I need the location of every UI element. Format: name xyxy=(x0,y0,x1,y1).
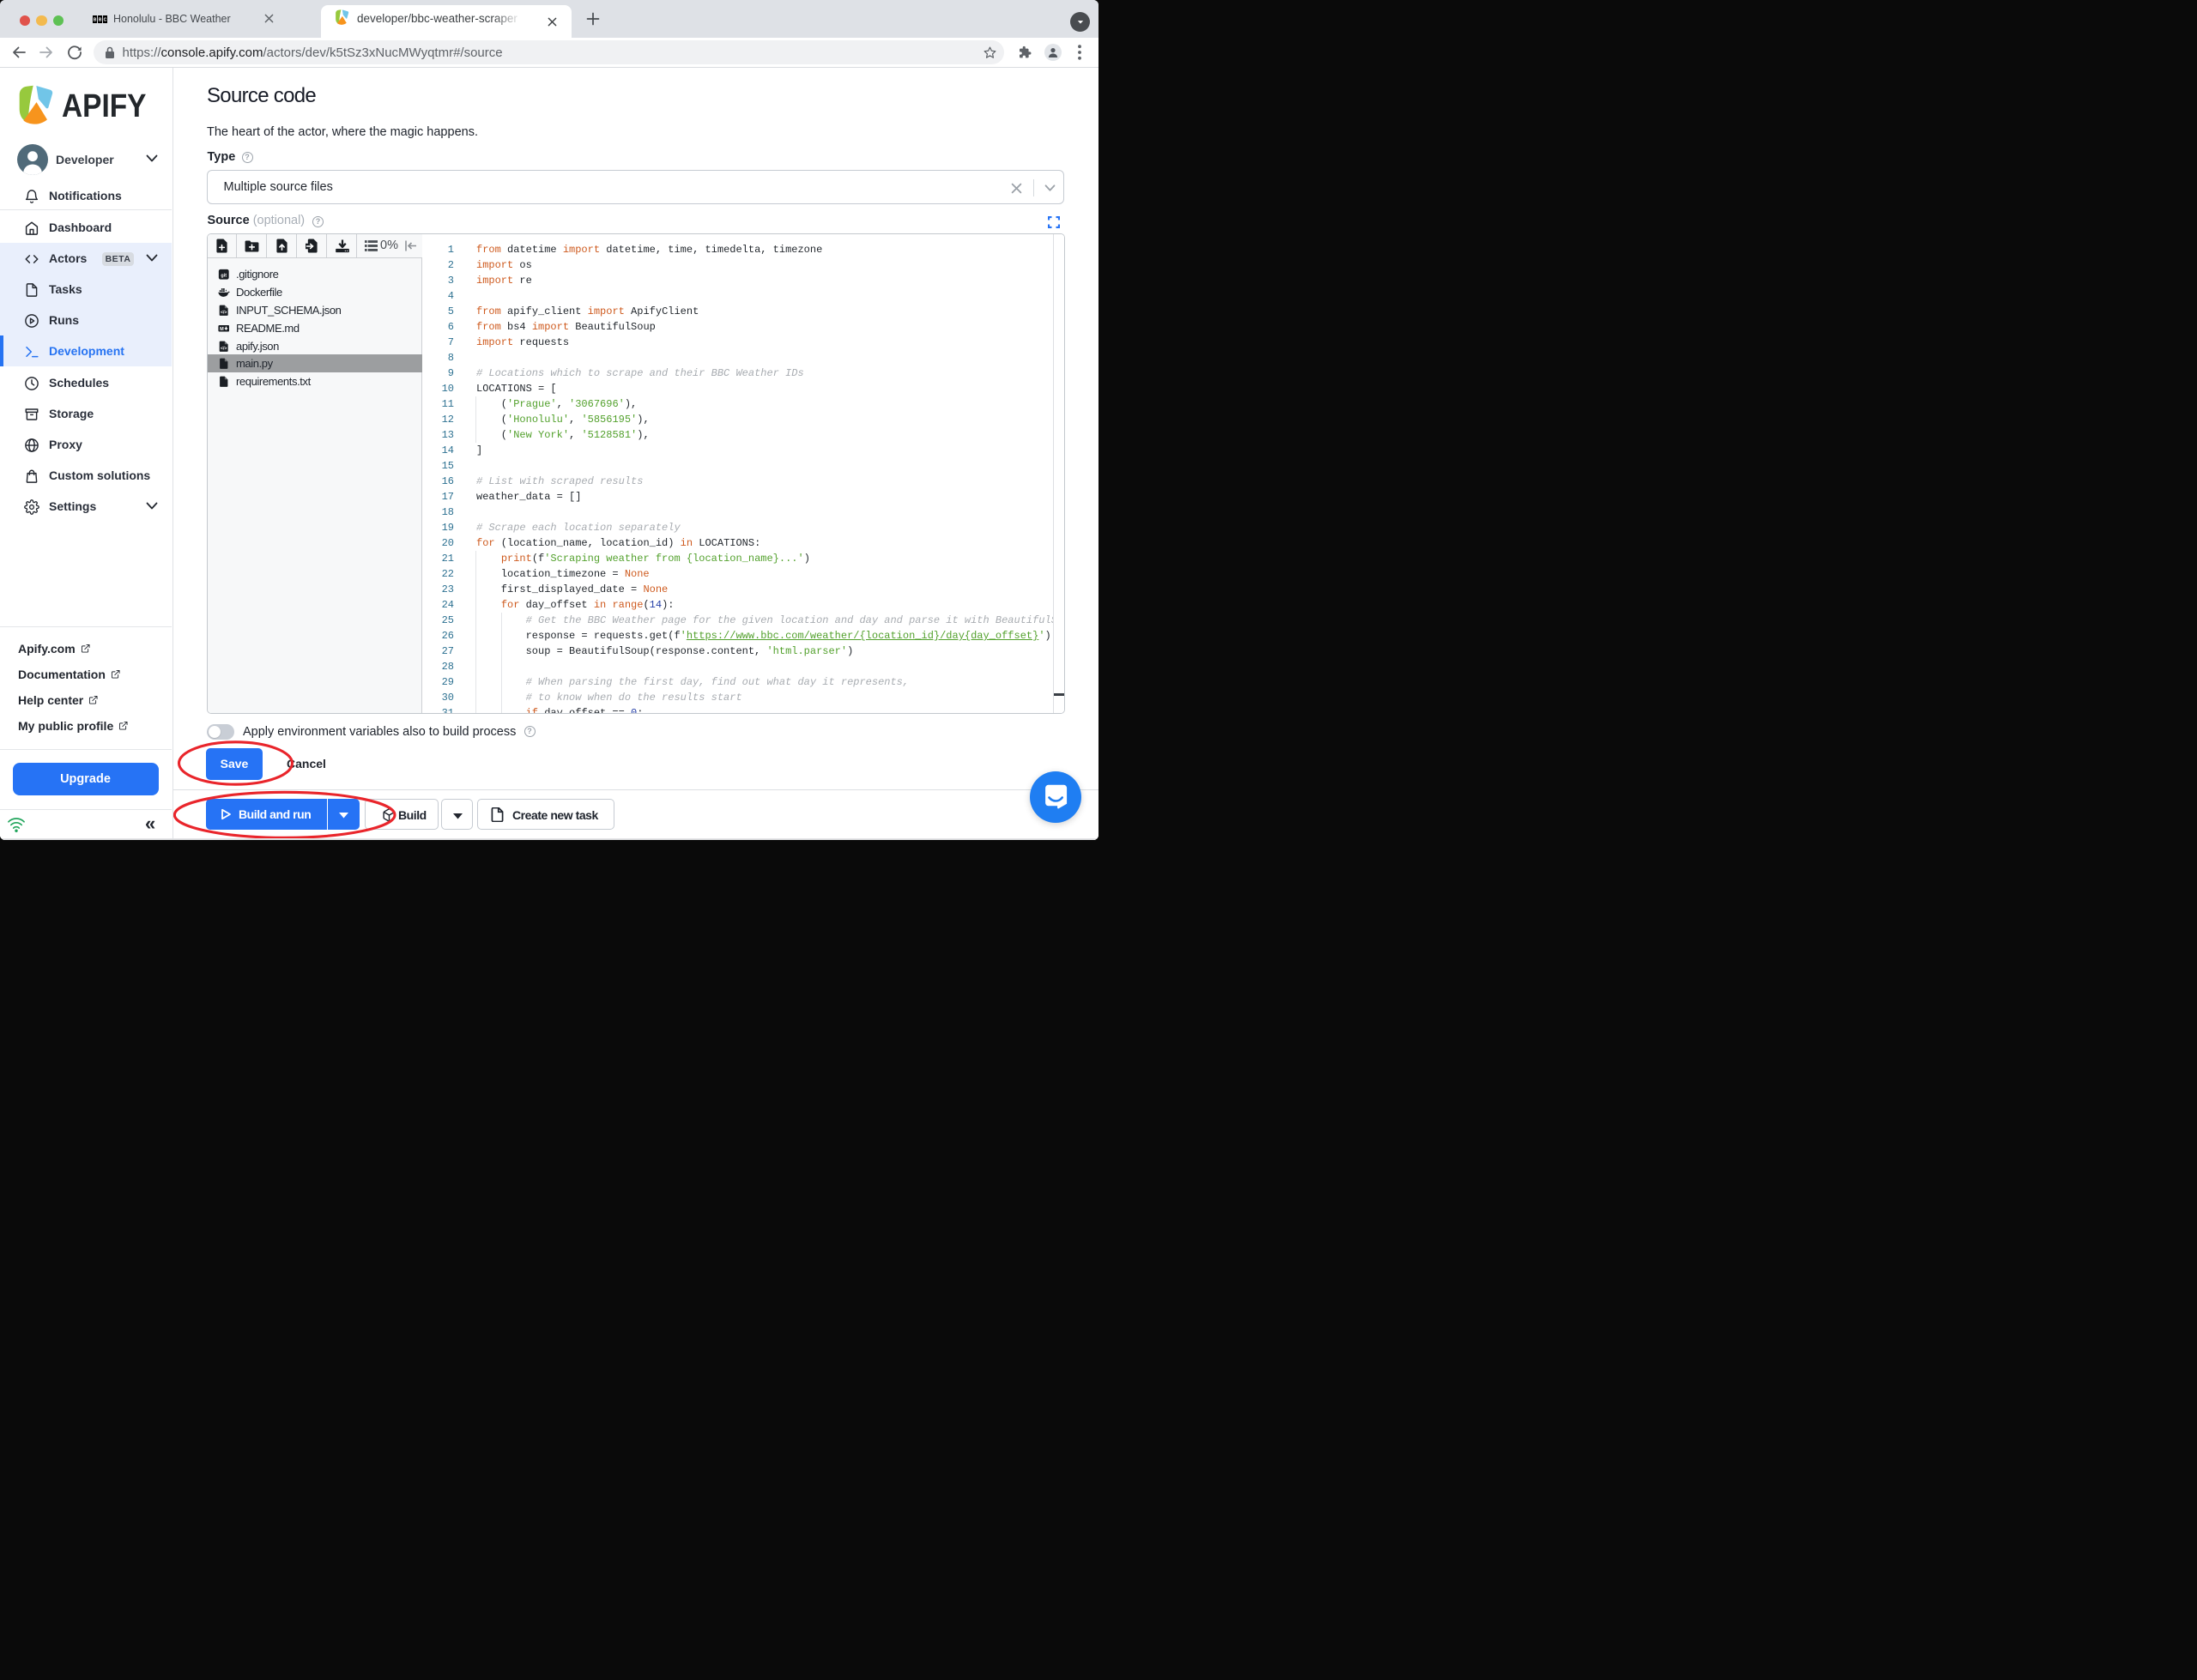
svg-text:B: B xyxy=(94,18,97,23)
svg-text:B: B xyxy=(99,18,102,23)
svg-text:C: C xyxy=(104,18,107,23)
svg-text:</>: </> xyxy=(221,310,227,315)
svg-text:</>: </> xyxy=(221,346,227,351)
svg-text:M: M xyxy=(220,326,224,331)
svg-text:git: git xyxy=(221,273,227,278)
